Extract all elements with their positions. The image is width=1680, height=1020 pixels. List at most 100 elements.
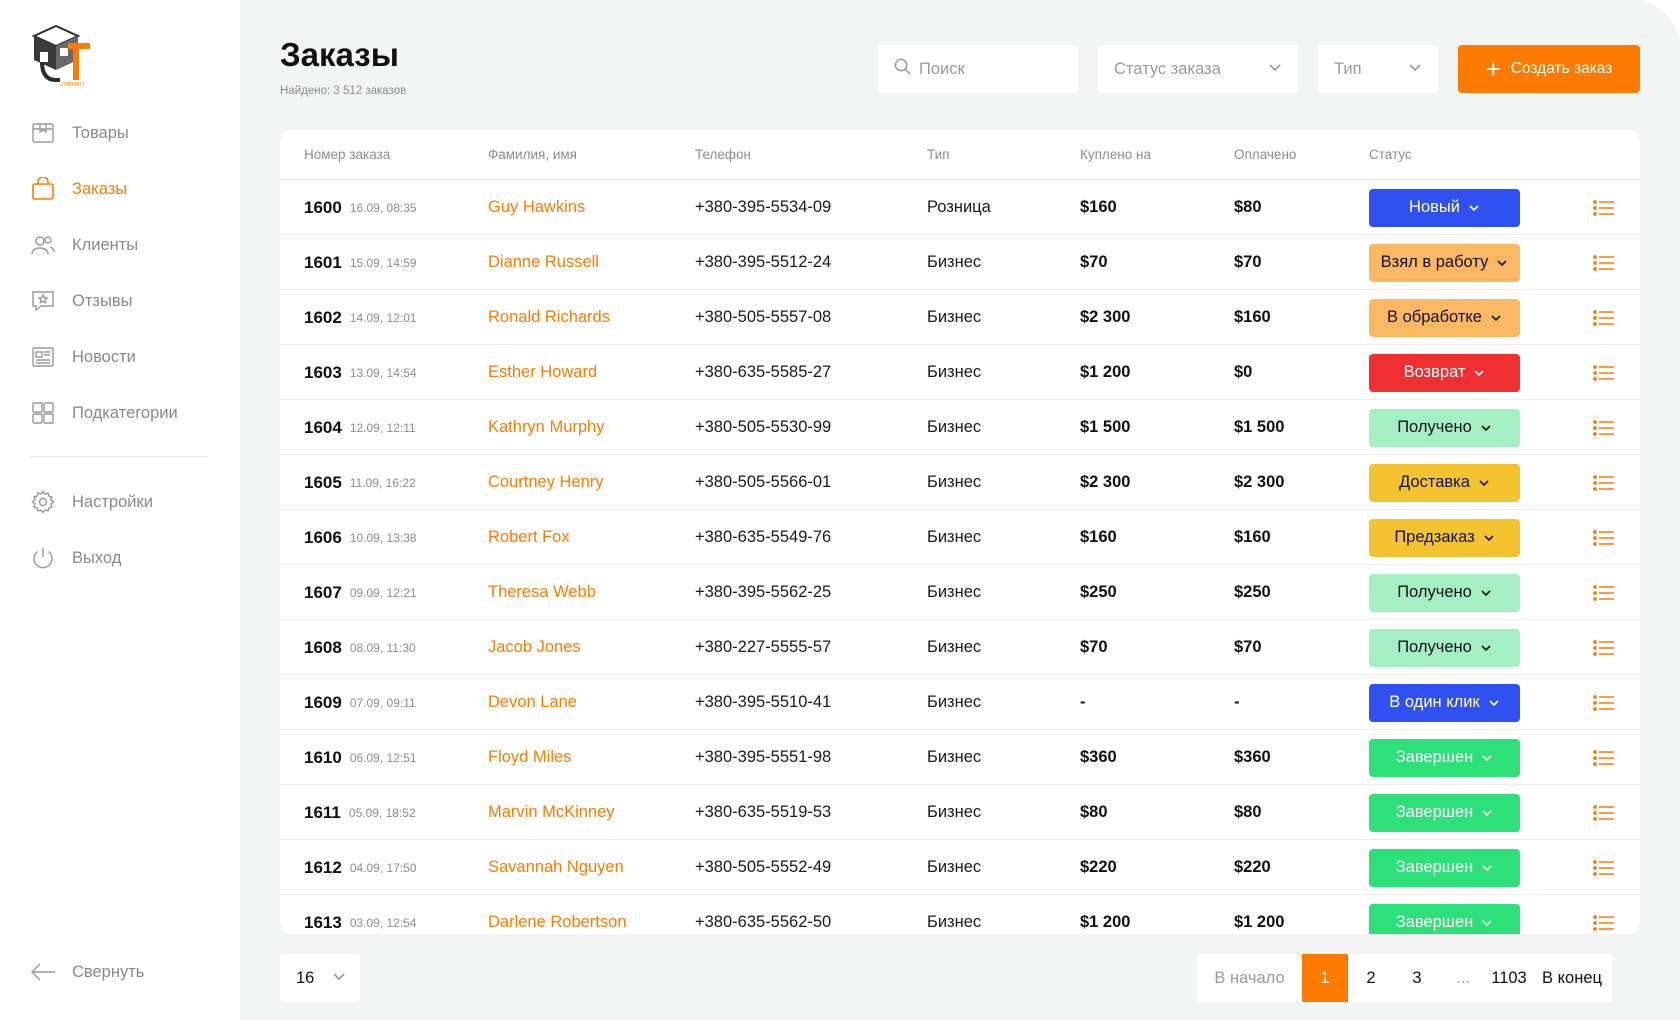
table-row[interactable]: 1613 03.09, 12:54 Darlene Robertson +380-63… [280,895,1640,934]
client-name-link[interactable]: Kathryn Murphy [488,400,604,455]
status-dropdown[interactable]: Взял в работу [1369,243,1520,282]
status-dropdown[interactable]: Получено [1369,628,1520,667]
status-dropdown[interactable]: Завершен [1369,848,1520,887]
order-number: 1600 [304,197,342,217]
col-header-type[interactable]: Тип [927,147,950,162]
status-dropdown[interactable]: Новый [1369,188,1520,227]
newspaper-icon [30,344,56,370]
client-name-link[interactable]: Devon Lane [488,675,577,730]
row-menu-icon[interactable] [1593,510,1615,565]
bought-cell: $1 200 [1080,363,1131,381]
client-name-link[interactable]: Darlene Robertson [488,895,627,934]
table-row[interactable]: 1600 16.09, 08:35 Guy Hawkins +380-395-5534… [280,180,1640,235]
page-link[interactable]: 3 [1394,954,1440,1002]
table-row[interactable]: 1601 15.09, 14:59 Dianne Russell +380-395-5… [280,235,1640,290]
col-header-name[interactable]: Фамилия, имя [488,147,577,162]
sidebar-item-news[interactable]: Новости [30,342,136,372]
status-filter-label: Статус заказа [1114,59,1221,78]
row-menu-icon[interactable] [1593,180,1615,235]
table-row[interactable]: 1610 06.09, 12:51 Floyd Miles +380-395-5551… [280,730,1640,785]
col-header-paid[interactable]: Оплачено [1234,147,1296,162]
row-menu-icon[interactable] [1593,290,1615,345]
create-order-button[interactable]: + Создать заказ [1458,45,1640,93]
col-header-order-number[interactable]: Номер заказа [304,147,390,162]
type-filter-select[interactable]: Тип [1318,45,1438,93]
order-number: 1607 [304,582,342,602]
bought-cell: $360 [1080,748,1117,766]
sidebar-item-logout[interactable]: Выход [30,543,121,573]
row-menu-icon[interactable] [1593,785,1615,840]
sidebar-item-subcategories[interactable]: Подкатегории [30,398,178,428]
table-row[interactable]: 1607 09.09, 12:21 Theresa Webb +380-395-556… [280,565,1640,620]
page-link[interactable]: 2 [1348,954,1394,1002]
phone-cell: +380-635-5585-27 [695,363,832,381]
phone-cell: +380-227-5555-57 [695,638,832,656]
client-name-link[interactable]: Courtney Henry [488,455,604,510]
sidebar-item-label: Товары [72,123,129,142]
status-cell: Получено [1369,565,1520,620]
type-cell: Бизнес [927,253,982,271]
row-menu-icon[interactable] [1593,895,1615,934]
table-row[interactable]: 1612 04.09, 17:50 Savannah Nguyen +380-505-… [280,840,1640,895]
table-row[interactable]: 1605 11.09, 16:22 Courtney Henry +380-505-5… [280,455,1640,510]
row-menu-icon[interactable] [1593,565,1615,620]
search-box[interactable] [878,45,1078,93]
col-header-phone[interactable]: Телефон [695,147,751,162]
status-dropdown[interactable]: Доставка [1369,463,1520,502]
page-link[interactable]: В начало [1197,954,1302,1002]
client-name-link[interactable]: Marvin McKinney [488,785,615,840]
row-menu-icon[interactable] [1593,840,1615,895]
sidebar-item-settings[interactable]: Настройки [30,487,153,517]
status-filter-select[interactable]: Статус заказа [1098,45,1298,93]
client-name-link[interactable]: Savannah Nguyen [488,840,624,895]
client-name-link[interactable]: Ronald Richards [488,290,610,345]
table-row[interactable]: 1602 14.09, 12:01 Ronald Richards +380-505-… [280,290,1640,345]
row-menu-icon[interactable] [1593,235,1615,290]
table-row[interactable]: 1608 08.09, 11:30 Jacob Jones +380-227-5555… [280,620,1640,675]
company-logo[interactable]: COMPANY [30,22,94,88]
client-name-link[interactable]: Guy Hawkins [488,180,585,235]
page-link[interactable]: В конец [1532,954,1612,1002]
row-menu-icon[interactable] [1593,400,1615,455]
client-name-link[interactable]: Robert Fox [488,510,570,565]
collapse-sidebar-button[interactable]: Свернуть [30,957,144,987]
status-dropdown[interactable]: Завершен [1369,793,1520,832]
sidebar-item-products[interactable]: Товары [30,118,129,148]
search-input[interactable] [919,59,1069,79]
status-dropdown[interactable]: Предзаказ [1369,518,1520,557]
status-dropdown[interactable]: Завершен [1369,903,1520,934]
phone-cell: +380-395-5512-24 [695,253,832,271]
row-menu-icon[interactable] [1593,675,1615,730]
type-cell: Бизнес [927,473,982,491]
sidebar-item-orders[interactable]: Заказы [30,174,127,204]
page-link[interactable]: 1103 [1486,954,1532,1002]
status-dropdown[interactable]: Получено [1369,573,1520,612]
table-row[interactable]: 1604 12.09, 12:11 Kathryn Murphy +380-505-5… [280,400,1640,455]
status-dropdown[interactable]: Возврат [1369,353,1520,392]
row-menu-icon[interactable] [1593,345,1615,400]
table-row[interactable]: 1603 13.09, 14:54 Esther Howard +380-635-55… [280,345,1640,400]
status-dropdown[interactable]: В обработке [1369,298,1520,337]
row-menu-icon[interactable] [1593,455,1615,510]
status-dropdown[interactable]: Завершен [1369,738,1520,777]
status-cell: В обработке [1369,290,1520,345]
client-name-link[interactable]: Jacob Jones [488,620,581,675]
table-row[interactable]: 1609 07.09, 09:11 Devon Lane +380-395-5510-… [280,675,1640,730]
status-dropdown[interactable]: В один клик [1369,683,1520,722]
table-row[interactable]: 1611 05.09, 18:52 Marvin McKinney +380-635-… [280,785,1640,840]
col-header-status[interactable]: Статус [1369,147,1412,162]
page-current[interactable]: 1 [1302,954,1348,1002]
table-row[interactable]: 1606 10.09, 13:38 Robert Fox +380-635-5549-… [280,510,1640,565]
row-menu-icon[interactable] [1593,730,1615,785]
sidebar-item-reviews[interactable]: Отзывы [30,286,132,316]
client-name-link[interactable]: Floyd Miles [488,730,571,785]
per-page-select[interactable]: 16 [280,954,360,1002]
status-dropdown[interactable]: Получено [1369,408,1520,447]
client-name-link[interactable]: Theresa Webb [488,565,596,620]
client-name-link[interactable]: Dianne Russell [488,235,599,290]
order-date: 08.09, 11:30 [349,640,416,655]
client-name-link[interactable]: Esther Howard [488,345,597,400]
col-header-bought[interactable]: Куплено на [1080,147,1151,162]
row-menu-icon[interactable] [1593,620,1615,675]
sidebar-item-clients[interactable]: Клиенты [30,230,138,260]
